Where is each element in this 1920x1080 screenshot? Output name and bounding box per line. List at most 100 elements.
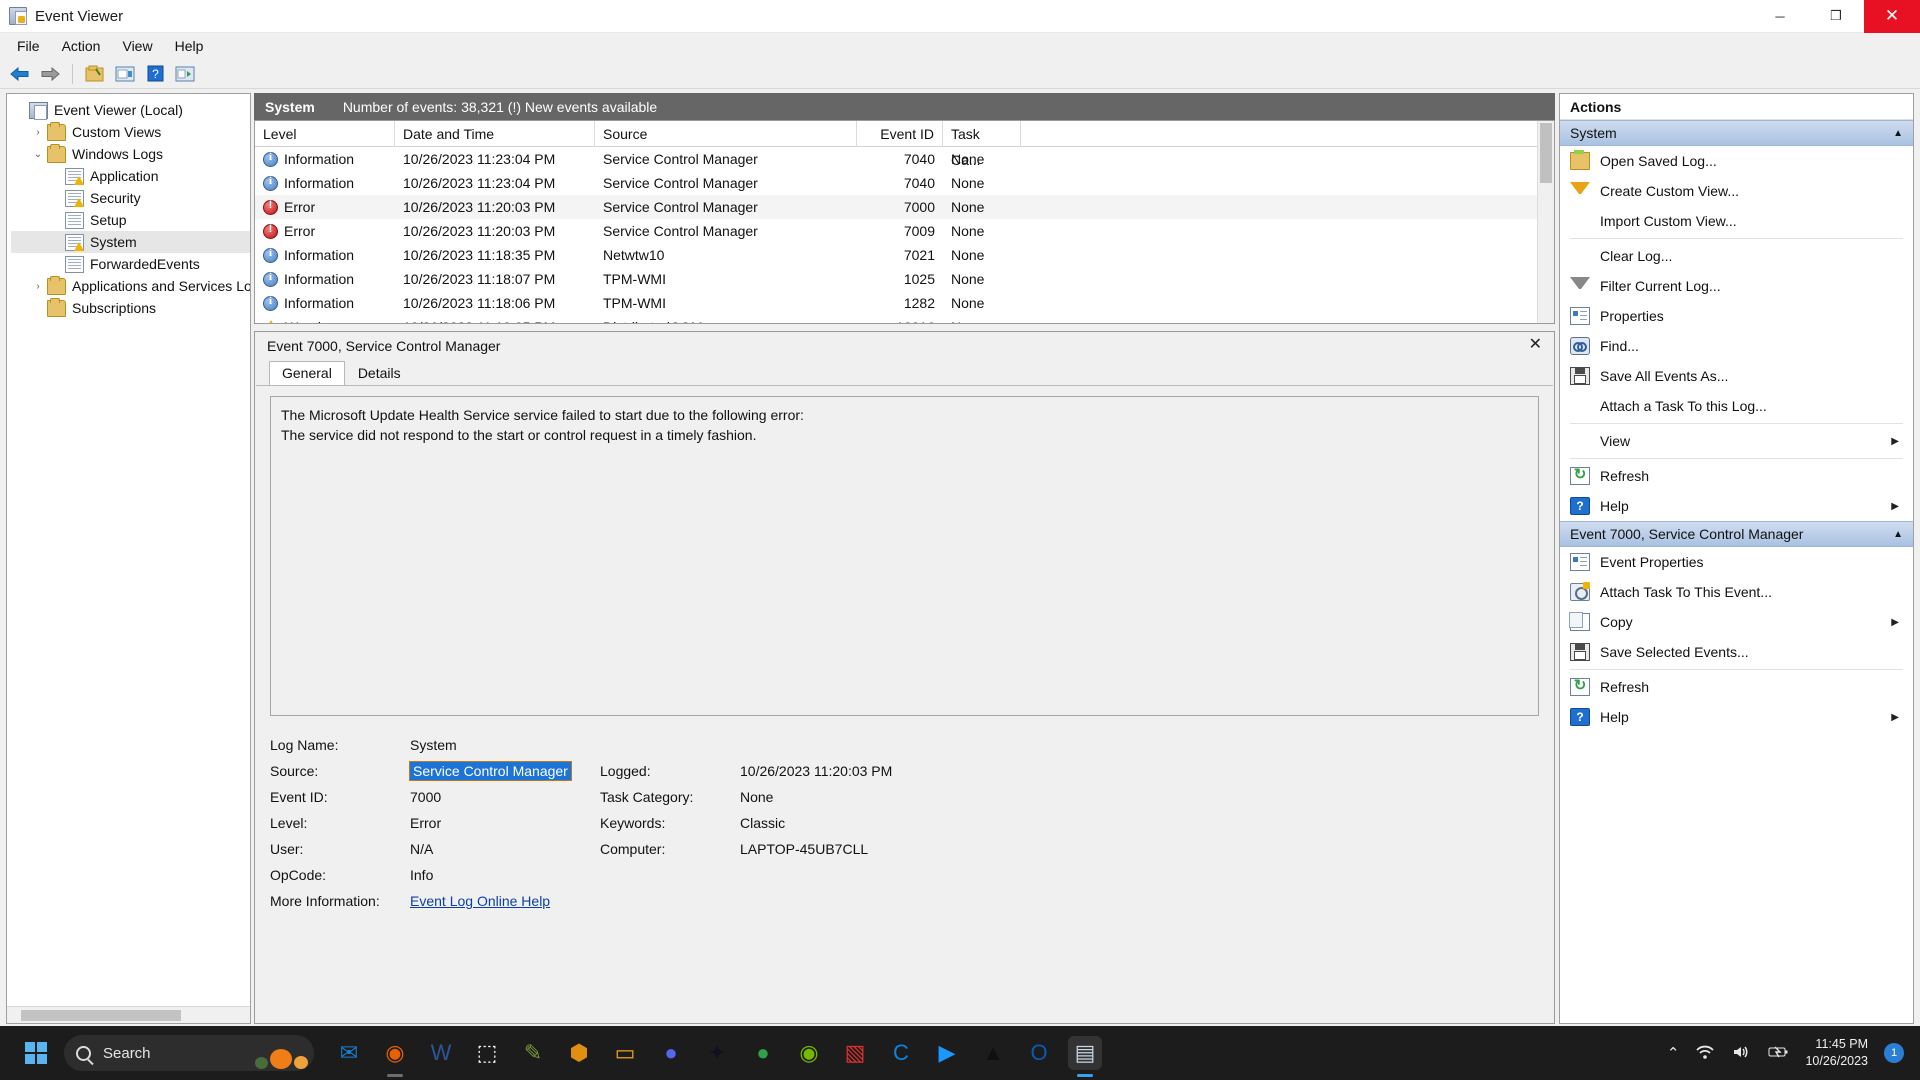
metadata-value[interactable]: Event Log Online Help: [410, 893, 550, 909]
action-item-import-custom-view[interactable]: Import Custom View...: [1560, 206, 1913, 236]
tree-horizontal-scrollbar[interactable]: [7, 1006, 250, 1023]
menu-view[interactable]: View: [111, 35, 163, 57]
notification-badge[interactable]: 1: [1884, 1043, 1904, 1063]
event-row[interactable]: Information 10/26/2023 11:23:04 PM Service…: [255, 171, 1554, 195]
nvidia-icon[interactable]: ◉: [792, 1036, 826, 1070]
green-orb-icon[interactable]: ●: [746, 1036, 780, 1070]
menu-help[interactable]: Help: [164, 35, 215, 57]
tree-node-applications-and-services-log[interactable]: › Applications and Services Log: [11, 275, 250, 297]
actions-group-header-event[interactable]: Event 7000, Service Control Manager ▲: [1560, 521, 1913, 547]
help-button[interactable]: ?: [141, 61, 169, 87]
tree-node-setup[interactable]: Setup: [11, 209, 250, 231]
column-header-task-category[interactable]: Task Ca...: [943, 121, 1021, 168]
tree-node-windows-logs[interactable]: ⌄ Windows Logs: [11, 143, 250, 165]
action-item-save-selected-events[interactable]: Save Selected Events...: [1560, 637, 1913, 667]
tab-general[interactable]: General: [269, 361, 345, 385]
show-hide-action-pane-button[interactable]: [171, 61, 199, 87]
tree-expander-icon[interactable]: ›: [29, 127, 47, 138]
collapse-chevron-icon[interactable]: ▲: [1893, 529, 1903, 540]
start-button[interactable]: [14, 1033, 58, 1073]
tree-expander-icon[interactable]: ⌄: [29, 149, 47, 160]
tree-node-security[interactable]: Security: [11, 187, 250, 209]
minimize-button[interactable]: ─: [1752, 0, 1808, 33]
properties-button[interactable]: [111, 61, 139, 87]
event-row[interactable]: Warning 10/26/2023 11:19:05 PMDistributed…: [255, 315, 1554, 323]
paint-icon[interactable]: ✎: [516, 1036, 550, 1070]
metadata-row: Computer: LAPTOP-45UB7CLL: [600, 836, 892, 862]
actions-separator: [1570, 669, 1903, 670]
collapse-chevron-icon[interactable]: ▲: [1893, 128, 1903, 139]
event-list-vertical-scrollbar[interactable]: [1537, 121, 1554, 323]
event-row[interactable]: Information 10/26/2023 11:18:35 PM Netwtw1…: [255, 243, 1554, 267]
action-item-find[interactable]: Find...: [1560, 331, 1913, 361]
actions-group-header-system[interactable]: System ▲: [1560, 120, 1913, 146]
action-item-refresh[interactable]: Refresh: [1560, 461, 1913, 491]
tree-scroll-thumb[interactable]: [21, 1010, 181, 1021]
predator-icon[interactable]: ▲: [976, 1036, 1010, 1070]
svg-text:?: ?: [152, 67, 159, 81]
mail-icon[interactable]: ✉: [332, 1036, 366, 1070]
obsidian-icon[interactable]: ✦: [700, 1036, 734, 1070]
discord-icon[interactable]: ●: [654, 1036, 688, 1070]
action-item-view[interactable]: View ▶: [1560, 426, 1913, 456]
action-item-copy[interactable]: Copy ▶: [1560, 607, 1913, 637]
tray-chevron-icon[interactable]: ⌃: [1667, 1044, 1680, 1062]
tree-node-custom-views[interactable]: › Custom Views: [11, 121, 250, 143]
red-app-icon[interactable]: ▧: [838, 1036, 872, 1070]
action-item-help[interactable]: Help ▶: [1560, 491, 1913, 521]
column-header-event-id[interactable]: Event ID: [857, 121, 943, 147]
c-app-icon[interactable]: C: [884, 1036, 918, 1070]
action-item-save-all-events-as[interactable]: Save All Events As...: [1560, 361, 1913, 391]
outlook-icon[interactable]: O: [1022, 1036, 1056, 1070]
action-item-help[interactable]: Help ▶: [1560, 702, 1913, 732]
action-item-clear-log[interactable]: Clear Log...: [1560, 241, 1913, 271]
action-item-filter-current-log[interactable]: Filter Current Log...: [1560, 271, 1913, 301]
taskbar-search-box[interactable]: Search: [64, 1035, 314, 1071]
file-explorer-icon[interactable]: ▭: [608, 1036, 642, 1070]
column-header-source[interactable]: Source: [595, 121, 857, 147]
show-hide-console-tree-button[interactable]: [81, 61, 109, 87]
event-list[interactable]: Level Date and Time Source Event ID Task…: [254, 120, 1555, 324]
event-row[interactable]: Information 10/26/2023 11:18:07 PM TPM-WMI…: [255, 267, 1554, 291]
word-icon[interactable]: W: [424, 1036, 458, 1070]
hex-app-icon[interactable]: ⬢: [562, 1036, 596, 1070]
action-item-event-properties[interactable]: Event Properties: [1560, 547, 1913, 577]
event-row[interactable]: Error 10/26/2023 11:20:03 PM Service Contr…: [255, 195, 1554, 219]
event-list-scroll-thumb[interactable]: [1540, 123, 1552, 183]
tab-details[interactable]: Details: [345, 361, 414, 385]
close-details-icon[interactable]: ✕: [1529, 337, 1542, 353]
menu-file[interactable]: File: [6, 35, 51, 57]
wifi-icon[interactable]: [1695, 1044, 1715, 1063]
action-item-create-custom-view[interactable]: Create Custom View...: [1560, 176, 1913, 206]
action-item-refresh[interactable]: Refresh: [1560, 672, 1913, 702]
event-log-online-help-link[interactable]: Event Log Online Help: [410, 893, 550, 909]
action-item-attach-a-task-to-this-log[interactable]: Attach a Task To this Log...: [1560, 391, 1913, 421]
event-viewer-taskbar-icon[interactable]: ▤: [1068, 1036, 1102, 1077]
prime-video-icon[interactable]: ▶: [930, 1036, 964, 1070]
volume-icon[interactable]: [1731, 1044, 1751, 1063]
webp-converter-icon[interactable]: ⬚: [470, 1036, 504, 1070]
event-task-category-cell: None: [951, 175, 985, 191]
tree-expander-icon[interactable]: ›: [29, 281, 47, 292]
action-item-open-saved-log[interactable]: Open Saved Log...: [1560, 146, 1913, 176]
firefox-icon[interactable]: ◉: [378, 1036, 412, 1077]
forward-button[interactable]: [36, 61, 64, 87]
menu-action[interactable]: Action: [51, 35, 112, 57]
column-header-date-and-time[interactable]: Date and Time: [395, 121, 595, 147]
tray-clock[interactable]: 11:45 PM 10/26/2023: [1805, 1036, 1868, 1070]
event-row[interactable]: Information 10/26/2023 11:23:04 PM Service…: [255, 147, 1554, 171]
back-button[interactable]: [6, 61, 34, 87]
maximize-button[interactable]: ❒: [1808, 0, 1864, 33]
tree-node-subscriptions[interactable]: Subscriptions: [11, 297, 250, 319]
tree-node-event-viewer-local[interactable]: Event Viewer (Local): [11, 99, 250, 121]
action-item-properties[interactable]: Properties: [1560, 301, 1913, 331]
close-button[interactable]: ✕: [1864, 0, 1920, 33]
battery-icon[interactable]: [1767, 1044, 1789, 1063]
tree-node-system[interactable]: System: [11, 231, 250, 253]
action-item-attach-task-to-this-event[interactable]: Attach Task To This Event...: [1560, 577, 1913, 607]
column-header-level[interactable]: Level: [255, 121, 395, 147]
event-row[interactable]: Error 10/26/2023 11:20:03 PM Service Contr…: [255, 219, 1554, 243]
tree-node-forwardedevents[interactable]: ForwardedEvents: [11, 253, 250, 275]
tree-node-application[interactable]: Application: [11, 165, 250, 187]
event-row[interactable]: Information 10/26/2023 11:18:06 PM TPM-WMI…: [255, 291, 1554, 315]
